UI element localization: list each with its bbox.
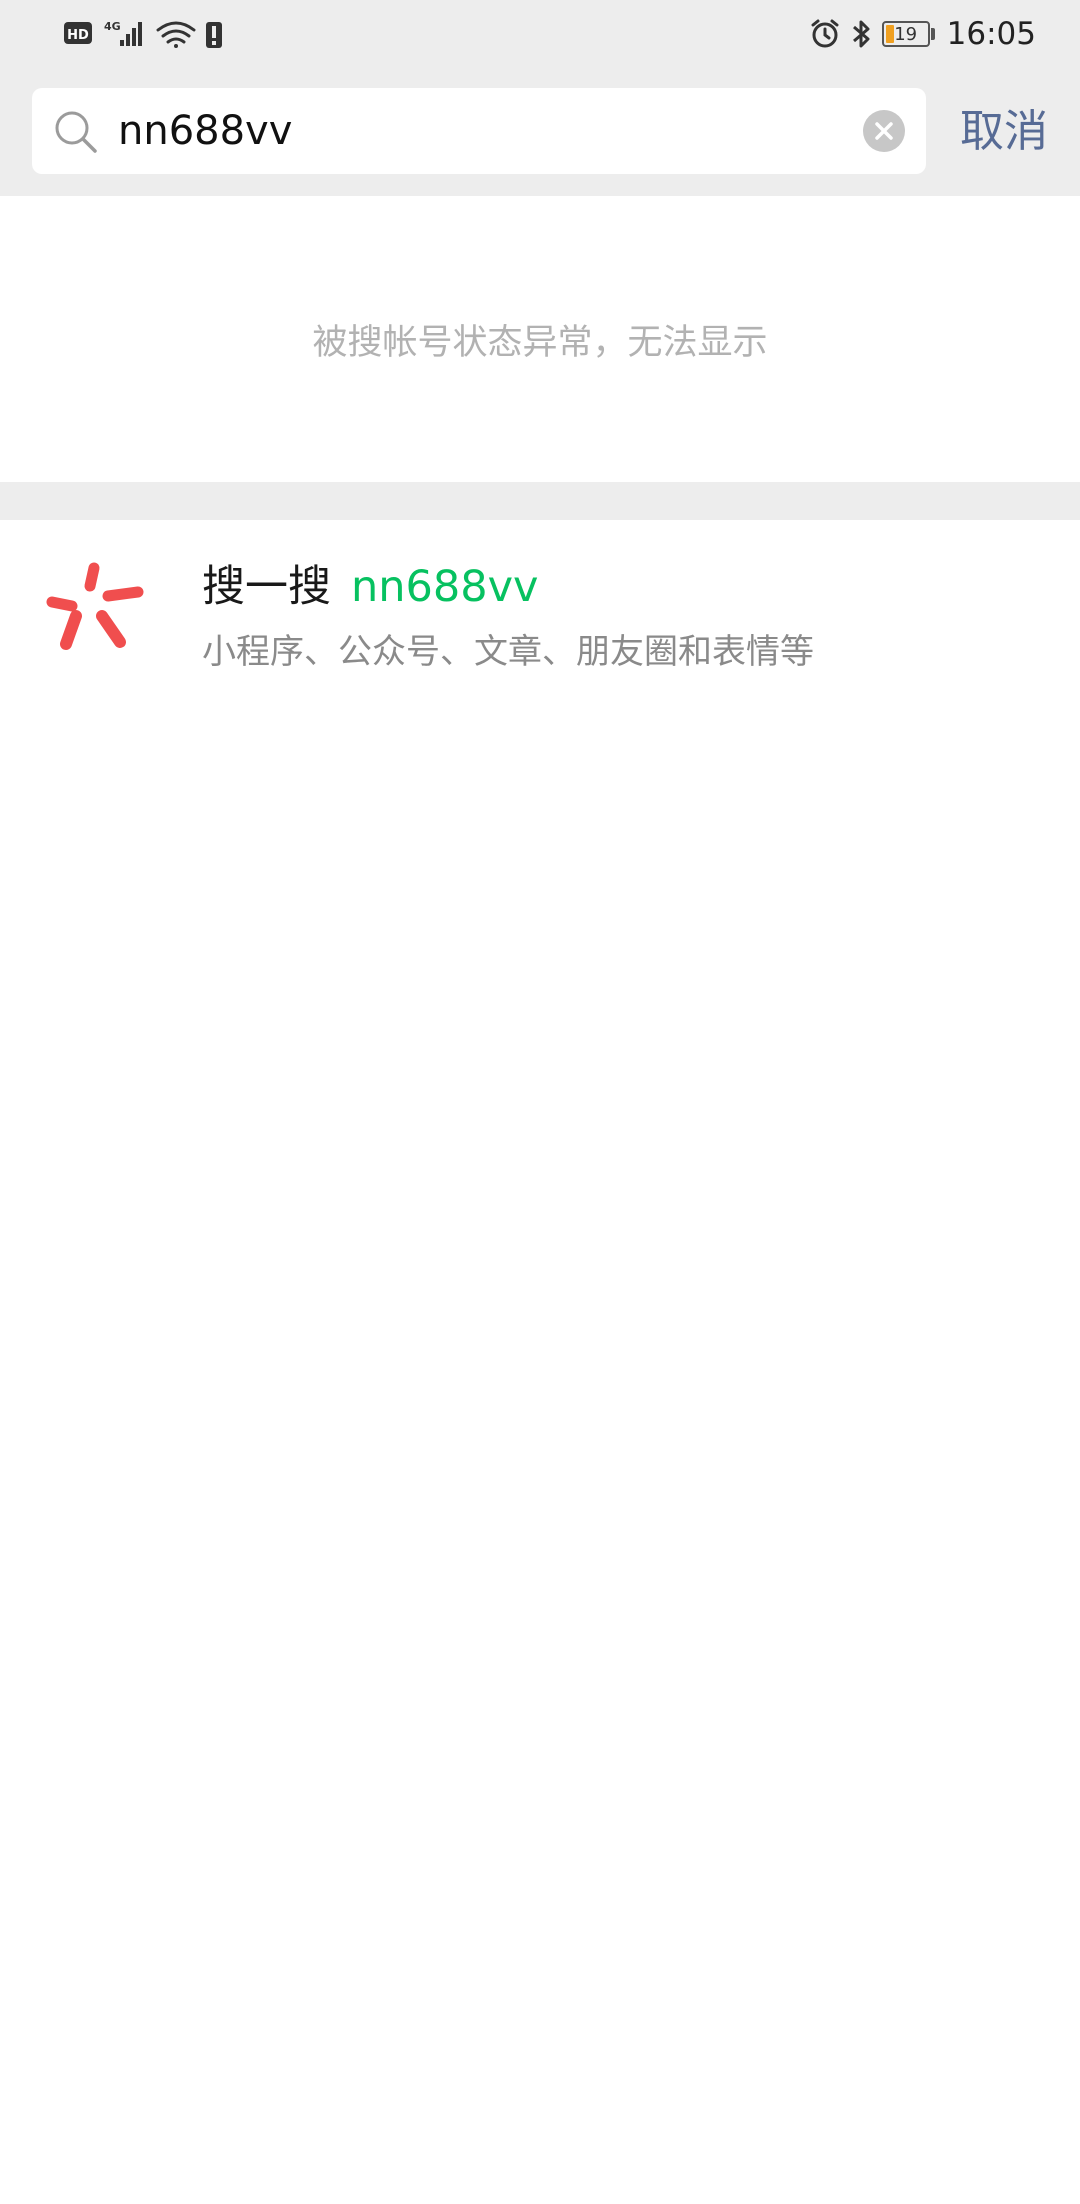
wifi-icon (156, 21, 196, 48)
svg-text:HD: HD (67, 28, 89, 43)
hd-icon: HD (64, 22, 92, 44)
search-icon (55, 111, 97, 153)
souyisou-icon (46, 562, 144, 650)
alarm-icon (811, 19, 839, 48)
souyisou-keyword: nn688vv (351, 562, 539, 612)
battery-tip (930, 28, 935, 40)
battery-fill (885, 25, 895, 43)
status-time: 16:05 (946, 16, 1036, 52)
battery-level: 19 (894, 23, 918, 45)
status-bar: HD 4G 19 16:05 (0, 0, 1080, 66)
notice-text: 被搜帐号状态异常，无法显示 (312, 322, 768, 363)
souyisou-subtitle: 小程序、公众号、文章、朋友圈和表情等 (202, 632, 814, 672)
search-result-notice: 被搜帐号状态异常，无法显示 (0, 196, 1080, 482)
section-divider (0, 482, 1080, 520)
status-icons-right: 19 16:05 (808, 14, 1036, 54)
bluetooth-icon (852, 20, 870, 48)
souyisou-title: 搜一搜 nn688vv (202, 552, 538, 614)
svg-text:4G: 4G (104, 20, 121, 33)
souyisou-label: 搜一搜 (202, 562, 331, 612)
status-icons-left: HD 4G (64, 20, 222, 48)
search-box[interactable] (32, 88, 926, 174)
clear-icon[interactable] (862, 109, 906, 153)
souyisou-item[interactable]: 搜一搜 nn688vv 小程序、公众号、文章、朋友圈和表情等 (0, 520, 1080, 672)
battery-icon: 19 (881, 21, 930, 47)
signal-icon: 4G (104, 20, 142, 46)
search-input[interactable] (118, 102, 858, 160)
cancel-button[interactable]: 取消 (960, 104, 1048, 160)
notification-icon (206, 22, 222, 48)
